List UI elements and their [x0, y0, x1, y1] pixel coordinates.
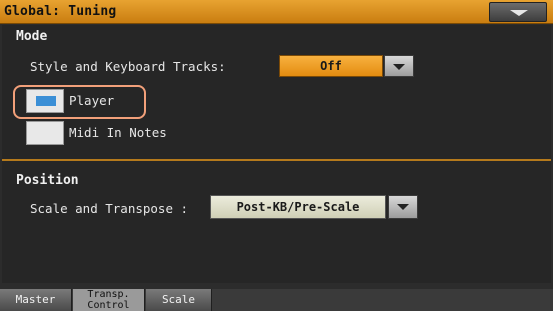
tab-master-label: Master: [15, 293, 56, 306]
title-bar: Global: Tuning: [0, 0, 553, 24]
tab-scale-label: Scale: [161, 293, 196, 306]
scale-transpose-dropdown-button[interactable]: [388, 195, 418, 219]
scale-transpose-dropdown[interactable]: Post-KB/Pre-Scale: [210, 195, 386, 219]
style-kb-tracks-dropdown-button[interactable]: [384, 55, 414, 77]
tab-transp-label-line1: Transp.: [87, 289, 130, 300]
tab-scale[interactable]: Scale: [146, 289, 212, 311]
tab-bar: Master Transp. Control Scale: [0, 289, 553, 311]
chevron-down-icon: [510, 10, 528, 16]
page-title: Global: Tuning: [4, 4, 117, 19]
position-heading: Position: [16, 173, 79, 188]
tab-transp-control[interactable]: Transp. Control: [73, 289, 145, 311]
triangle-down-icon: [397, 204, 409, 210]
triangle-down-icon: [393, 64, 405, 70]
tab-transp-label-line2: Control: [87, 300, 130, 311]
player-label: Player: [69, 93, 115, 108]
style-kb-tracks-dropdown[interactable]: Off: [279, 55, 383, 77]
mode-heading: Mode: [16, 29, 48, 44]
midi-in-notes-checkbox[interactable]: [26, 121, 64, 145]
style-kb-tracks-label: Style and Keyboard Tracks:: [30, 59, 226, 74]
page-menu-button[interactable]: [489, 2, 547, 22]
main-panel: Mode Style and Keyboard Tracks: Off Play…: [2, 25, 551, 283]
section-divider: [2, 159, 551, 161]
tuning-window: Global: Tuning Mode Style and Keyboard T…: [0, 0, 553, 311]
scale-transpose-label: Scale and Transpose :: [30, 201, 189, 216]
midi-in-notes-label: Midi In Notes: [69, 125, 167, 140]
tab-master[interactable]: Master: [0, 289, 72, 311]
checkbox-checked-mark: [36, 96, 56, 106]
player-checkbox[interactable]: [26, 89, 64, 113]
